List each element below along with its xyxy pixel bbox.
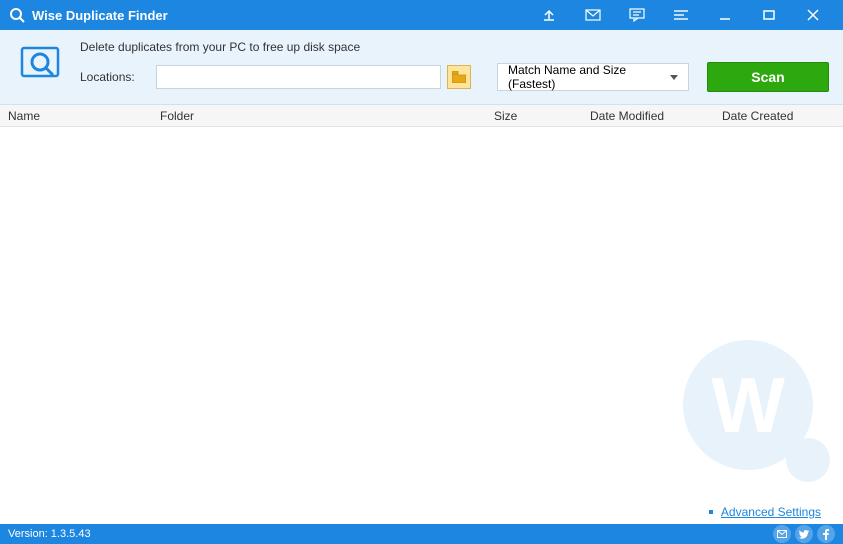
status-bar: Version: 1.3.5.43 [0,524,843,544]
column-size[interactable]: Size [486,105,582,126]
scan-button[interactable]: Scan [707,62,829,92]
app-title: Wise Duplicate Finder [32,8,527,23]
locations-label: Locations: [80,70,150,84]
match-mode-value: Match Name and Size (Fastest) [508,63,670,91]
close-button[interactable] [791,0,835,30]
column-date-modified[interactable]: Date Modified [582,105,714,126]
results-header: Name Folder Size Date Modified Date Crea… [0,105,843,127]
svg-text:W: W [711,361,785,449]
twitter-icon[interactable] [795,525,813,543]
app-logo-icon [8,6,26,24]
advanced-settings-row: Advanced Settings [0,500,843,524]
results-list: W [0,127,843,500]
minimize-button[interactable] [703,0,747,30]
mail-icon[interactable] [571,0,615,30]
feedback-icon[interactable] [615,0,659,30]
column-date-created[interactable]: Date Created [714,105,843,126]
advanced-settings-link[interactable]: Advanced Settings [721,505,821,519]
titlebar-actions [527,0,835,30]
watermark-logo-icon: W [673,330,833,490]
mail-share-icon[interactable] [773,525,791,543]
title-bar: Wise Duplicate Finder [0,0,843,30]
facebook-icon[interactable] [817,525,835,543]
panel-description: Delete duplicates from your PC to free u… [80,40,829,54]
upgrade-icon[interactable] [527,0,571,30]
locations-input[interactable] [156,65,441,89]
match-mode-select[interactable]: Match Name and Size (Fastest) [497,63,689,91]
bullet-icon [709,510,713,514]
chevron-down-icon [670,75,678,80]
magnifier-icon [18,42,62,86]
maximize-button[interactable] [747,0,791,30]
column-name[interactable]: Name [0,105,152,126]
menu-icon[interactable] [659,0,703,30]
version-label: Version: 1.3.5.43 [8,528,769,540]
browse-folder-button[interactable] [447,65,471,89]
scan-button-label: Scan [751,69,784,85]
search-panel: Delete duplicates from your PC to free u… [0,30,843,105]
column-folder[interactable]: Folder [152,105,486,126]
